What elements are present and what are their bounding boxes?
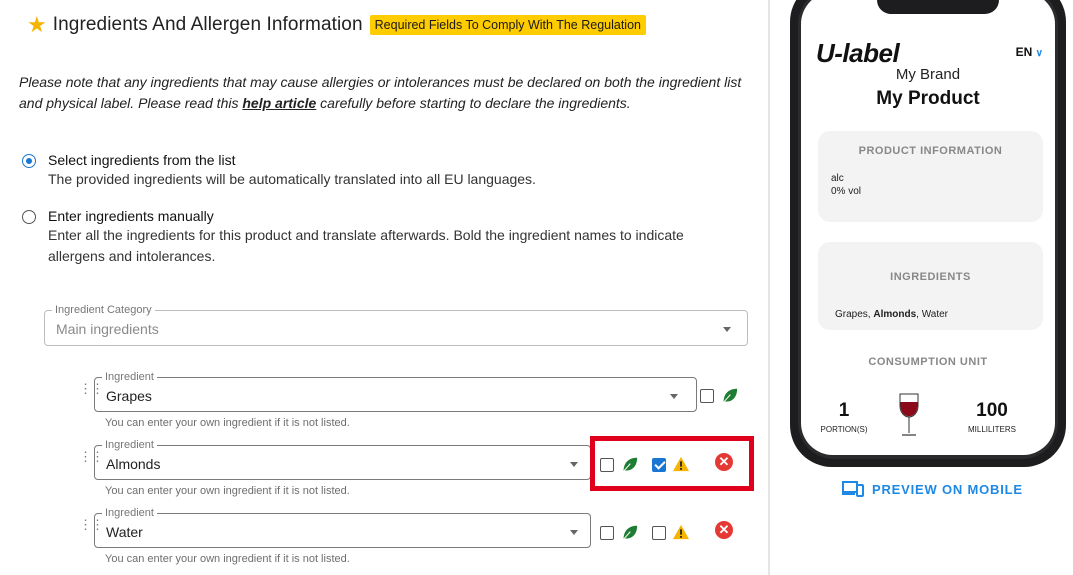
preview-button-label: PREVIEW ON MOBILE (872, 481, 1023, 497)
alc-value: 0% vol (831, 186, 862, 197)
field-value: Water (106, 524, 143, 540)
required-badge: Required Fields To Comply With The Regul… (369, 15, 646, 35)
chevron-down-icon (570, 462, 578, 467)
devices-icon (842, 481, 864, 497)
preview-on-mobile-button[interactable]: PREVIEW ON MOBILE (842, 481, 1023, 497)
field-value: Main ingredients (56, 321, 159, 337)
phone-screen: U-label EN ∨ My Brand My Product PRODUCT… (801, 0, 1055, 455)
option-label: Enter ingredients manually (48, 208, 214, 224)
field-value: Grapes (106, 388, 152, 404)
field-legend: Ingredient (102, 370, 157, 384)
language-code: EN (1015, 45, 1033, 59)
consumption-unit-title: CONSUMPTION UNIT (868, 356, 988, 368)
wine-glass-icon (899, 393, 919, 436)
allergen-text: Almonds (873, 309, 917, 320)
ingredient-select-grapes[interactable]: Ingredient Grapes (94, 370, 697, 412)
section-title: Ingredients And Allergen Information (52, 14, 363, 35)
chevron-down-icon (723, 327, 731, 332)
drag-handle-icon[interactable]: ⋮⋮ (79, 518, 104, 531)
note-text-end: carefully before starting to declare the… (316, 95, 631, 111)
ingredient-text: Grapes, (835, 309, 874, 320)
allergen-checkbox[interactable] (652, 526, 666, 540)
portions-value: 1 (838, 400, 850, 421)
option-enter-manually[interactable]: Enter ingredients manually Enter all the… (22, 207, 738, 267)
chevron-down-icon (670, 394, 678, 399)
helper-text: You can enter your own ingredient if it … (105, 553, 350, 565)
option-description: Enter all the ingredients for this produ… (48, 227, 684, 264)
ulabel-logo: U-label (816, 38, 900, 68)
language-selector[interactable]: EN ∨ (1016, 45, 1043, 59)
phone-notch (877, 0, 999, 14)
volume-label: MILLILITERS (967, 425, 1016, 434)
organic-checkbox[interactable] (600, 526, 614, 540)
ingredients-card: INGREDIENTS Grapes, Almonds, Water (818, 242, 1043, 330)
product-info-card: PRODUCT INFORMATION alc 0% vol (818, 131, 1043, 222)
star-icon: ★ (27, 12, 47, 37)
ingredient-select-water[interactable]: Ingredient Water (94, 506, 591, 548)
field-legend: Ingredient Category (52, 303, 155, 317)
warning-icon (673, 524, 689, 540)
field-legend: Ingredient (102, 438, 157, 452)
card-title: PRODUCT INFORMATION (858, 145, 1003, 157)
ingredient-select-almonds[interactable]: Ingredient Almonds (94, 438, 591, 480)
mobile-preview: U-label EN ∨ My Brand My Product PRODUCT… (790, 0, 1066, 467)
radio-enter-manually[interactable] (22, 210, 36, 224)
highlight-box (590, 436, 754, 491)
drag-handle-icon[interactable]: ⋮⋮ (79, 382, 104, 395)
drag-handle-icon[interactable]: ⋮⋮ (79, 450, 104, 463)
volume-value: 100 (976, 400, 1008, 421)
option-select-from-list[interactable]: Select ingredients from the list The pro… (22, 151, 738, 190)
remove-ingredient-icon[interactable]: ✕ (715, 521, 733, 539)
ingredient-category-select[interactable]: Ingredient Category Main ingredients (44, 303, 748, 346)
leaf-icon (723, 388, 738, 403)
brand-name: My Brand (895, 66, 961, 83)
field-value: Almonds (106, 456, 161, 472)
ingredient-text: , Water (916, 309, 948, 320)
option-description: The provided ingredients will be automat… (48, 171, 536, 187)
helper-text: You can enter your own ingredient if it … (105, 417, 350, 429)
organic-checkbox[interactable] (700, 389, 714, 403)
ingredients-panel: ★ Ingredients And Allergen Information R… (0, 0, 768, 575)
panel-divider (768, 0, 770, 575)
alc-label: alc (831, 173, 844, 184)
chevron-down-icon: ∨ (1035, 48, 1043, 59)
field-legend: Ingredient (102, 506, 157, 520)
section-header: ★ Ingredients And Allergen Information R… (27, 14, 646, 36)
allergen-note: Please note that any ingredients that ma… (19, 72, 759, 114)
help-article-link[interactable]: help article (242, 95, 316, 111)
card-title: INGREDIENTS (890, 271, 971, 283)
helper-text: You can enter your own ingredient if it … (105, 485, 350, 497)
portions-label: PORTION(S) (820, 425, 868, 434)
product-name: My Product (876, 88, 980, 109)
radio-select-from-list[interactable] (22, 154, 36, 168)
chevron-down-icon (570, 530, 578, 535)
option-label: Select ingredients from the list (48, 152, 236, 168)
leaf-icon (623, 525, 638, 540)
ingredients-list: Grapes, Almonds, Water (835, 309, 948, 320)
